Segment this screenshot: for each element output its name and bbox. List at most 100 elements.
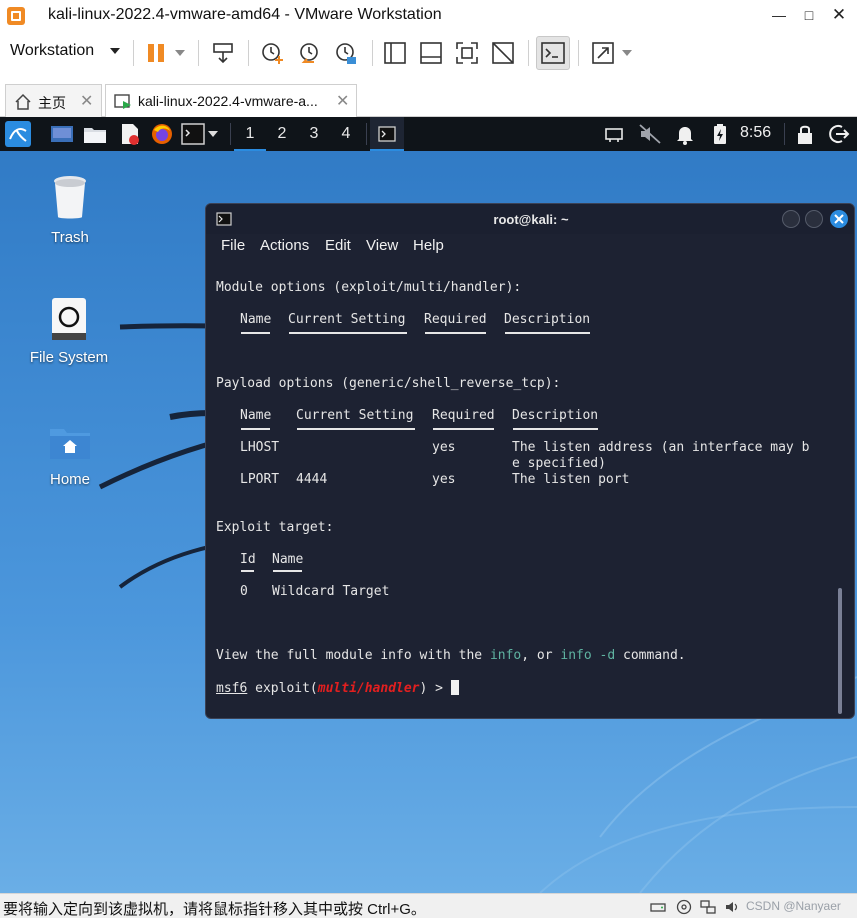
send-ctrl-alt-del-icon[interactable] bbox=[210, 40, 236, 66]
msf-prompt-line[interactable]: msf6 exploit(multi/handler) > bbox=[216, 680, 459, 696]
payload-row-description: The listen address (an interface may b bbox=[512, 440, 810, 455]
panel-divider bbox=[230, 123, 231, 145]
menu-actions[interactable]: Actions bbox=[260, 237, 309, 254]
tab-home-label: 主页 bbox=[38, 95, 66, 111]
pause-icon[interactable] bbox=[144, 40, 170, 66]
kali-menu-icon[interactable] bbox=[5, 121, 31, 147]
panel-divider bbox=[784, 123, 785, 145]
pause-dropdown-icon[interactable] bbox=[175, 50, 185, 56]
close-icon[interactable]: ✕ bbox=[336, 91, 349, 111]
column-header-name: Name bbox=[240, 408, 272, 423]
column-header-description: Description bbox=[504, 312, 591, 327]
info-hint-suffix: command. bbox=[615, 648, 686, 663]
payload-row-description-cont: e specified) bbox=[512, 456, 606, 471]
toolbar-divider bbox=[578, 40, 579, 66]
chevron-down-icon[interactable] bbox=[208, 131, 218, 137]
header-underline bbox=[425, 332, 486, 334]
drive-icon bbox=[52, 298, 86, 340]
desktop-icon-trash[interactable]: Trash bbox=[20, 175, 120, 253]
header-underline bbox=[241, 570, 254, 572]
unity-mode-icon[interactable] bbox=[490, 40, 516, 66]
desktop-icon-label: Home bbox=[49, 471, 90, 488]
panel-divider bbox=[366, 123, 367, 145]
console-icon[interactable] bbox=[540, 40, 566, 66]
menu-edit[interactable]: Edit bbox=[325, 237, 351, 254]
window-title: kali-linux-2022.4-vmware-amd64 - VMware … bbox=[48, 6, 442, 23]
firefox-icon[interactable] bbox=[150, 122, 174, 146]
info-d-command: info -d bbox=[560, 648, 616, 663]
logout-icon[interactable] bbox=[826, 122, 850, 146]
battery-charging-icon[interactable] bbox=[708, 122, 732, 146]
desktop-icon-filesystem[interactable]: File System bbox=[19, 295, 119, 373]
network-icon[interactable] bbox=[604, 122, 624, 146]
snapshot-manager-icon[interactable] bbox=[332, 40, 358, 66]
workstation-menu[interactable]: Workstation bbox=[10, 42, 94, 60]
csdn-watermark: CSDN @Nanyaer bbox=[746, 899, 841, 913]
menu-help[interactable]: Help bbox=[413, 237, 444, 254]
snapshot-take-icon[interactable] bbox=[258, 40, 284, 66]
trash-icon bbox=[54, 176, 86, 219]
status-message: 要将输入定向到该虚拟机，请将鼠标指针移入其中或按 Ctrl+G。 bbox=[3, 901, 426, 918]
terminal-titlebar[interactable]: root@kali: ~ bbox=[206, 204, 854, 234]
terminal-launcher-icon[interactable] bbox=[181, 122, 205, 146]
column-header-required: Required bbox=[424, 312, 487, 327]
panel-clock[interactable]: 8:56 bbox=[740, 124, 771, 142]
workspace-4[interactable]: 4 bbox=[330, 117, 362, 151]
stretch-guest-icon[interactable] bbox=[590, 40, 616, 66]
module-options-heading: Module options (exploit/multi/handler): bbox=[216, 280, 522, 295]
payload-options-heading: Payload options (generic/shell_reverse_t… bbox=[216, 376, 561, 391]
terminal-scrollbar[interactable] bbox=[838, 588, 842, 714]
header-underline bbox=[241, 332, 270, 334]
network-adapter-icon[interactable] bbox=[700, 899, 716, 915]
minimize-button[interactable] bbox=[782, 210, 800, 228]
target-row-id: 0 bbox=[240, 584, 248, 599]
text-editor-icon[interactable] bbox=[118, 122, 142, 146]
volume-muted-icon[interactable] bbox=[638, 122, 662, 146]
guest-desktop[interactable]: 1 2 3 4 8:56 Trash File System Home root… bbox=[0, 117, 857, 893]
workspace-1[interactable]: 1 bbox=[234, 117, 266, 151]
close-button[interactable]: ✕ bbox=[824, 4, 854, 26]
menu-view[interactable]: View bbox=[366, 237, 398, 254]
close-icon[interactable]: ✕ bbox=[80, 91, 93, 111]
terminal-window-icon bbox=[378, 126, 396, 142]
chevron-down-icon[interactable] bbox=[110, 48, 120, 54]
status-bar: 要将输入定向到该虚拟机，请将鼠标指针移入其中或按 Ctrl+G。 CSDN @N… bbox=[0, 893, 857, 918]
column-header-setting: Current Setting bbox=[288, 312, 406, 327]
tab-kali-vm-label: kali-linux-2022.4-vmware-a... bbox=[138, 93, 318, 109]
home-icon bbox=[15, 93, 31, 110]
stretch-dropdown-icon[interactable] bbox=[622, 50, 632, 56]
prompt-module: multi/handler bbox=[317, 681, 420, 696]
cd-dvd-icon[interactable] bbox=[676, 899, 692, 915]
xfce-top-panel: 1 2 3 4 8:56 bbox=[0, 117, 857, 151]
workspace-3[interactable]: 3 bbox=[298, 117, 330, 151]
tab-home[interactable]: 主页 ✕ bbox=[5, 84, 102, 117]
maximize-button[interactable]: □ bbox=[794, 4, 824, 26]
taskbar-terminal-button[interactable] bbox=[370, 117, 404, 151]
file-manager-icon[interactable] bbox=[83, 122, 107, 146]
full-screen-icon[interactable] bbox=[454, 40, 480, 66]
library-view-icon[interactable] bbox=[382, 40, 408, 66]
column-header-description: Description bbox=[512, 408, 599, 423]
info-hint-line: View the full module info with the info,… bbox=[216, 648, 686, 664]
show-desktop-icon[interactable] bbox=[50, 122, 74, 146]
maximize-button[interactable] bbox=[805, 210, 823, 228]
snapshot-revert-icon[interactable] bbox=[296, 40, 322, 66]
desktop-icon-home[interactable]: Home bbox=[20, 417, 120, 495]
thumbnail-bar-icon[interactable] bbox=[418, 40, 444, 66]
menu-file[interactable]: File bbox=[221, 237, 245, 254]
toolbar-divider bbox=[372, 40, 373, 66]
column-header-name: Name bbox=[240, 312, 272, 327]
window-titlebar: kali-linux-2022.4-vmware-amd64 - VMware … bbox=[0, 0, 857, 32]
close-button[interactable] bbox=[830, 210, 848, 228]
exploit-target-heading: Exploit target: bbox=[216, 520, 334, 535]
terminal-window[interactable]: root@kali: ~ File Actions Edit View Help… bbox=[205, 203, 855, 719]
header-underline bbox=[289, 332, 407, 334]
toolbar-divider bbox=[528, 40, 529, 66]
workspace-2[interactable]: 2 bbox=[266, 117, 298, 151]
sound-card-icon[interactable] bbox=[724, 899, 740, 915]
minimize-button[interactable]: — bbox=[764, 4, 794, 26]
tab-kali-vm[interactable]: kali-linux-2022.4-vmware-a... ✕ bbox=[105, 84, 357, 117]
hard-disk-icon[interactable] bbox=[650, 899, 666, 915]
notification-bell-icon[interactable] bbox=[673, 122, 697, 146]
lock-screen-icon[interactable] bbox=[793, 122, 817, 146]
